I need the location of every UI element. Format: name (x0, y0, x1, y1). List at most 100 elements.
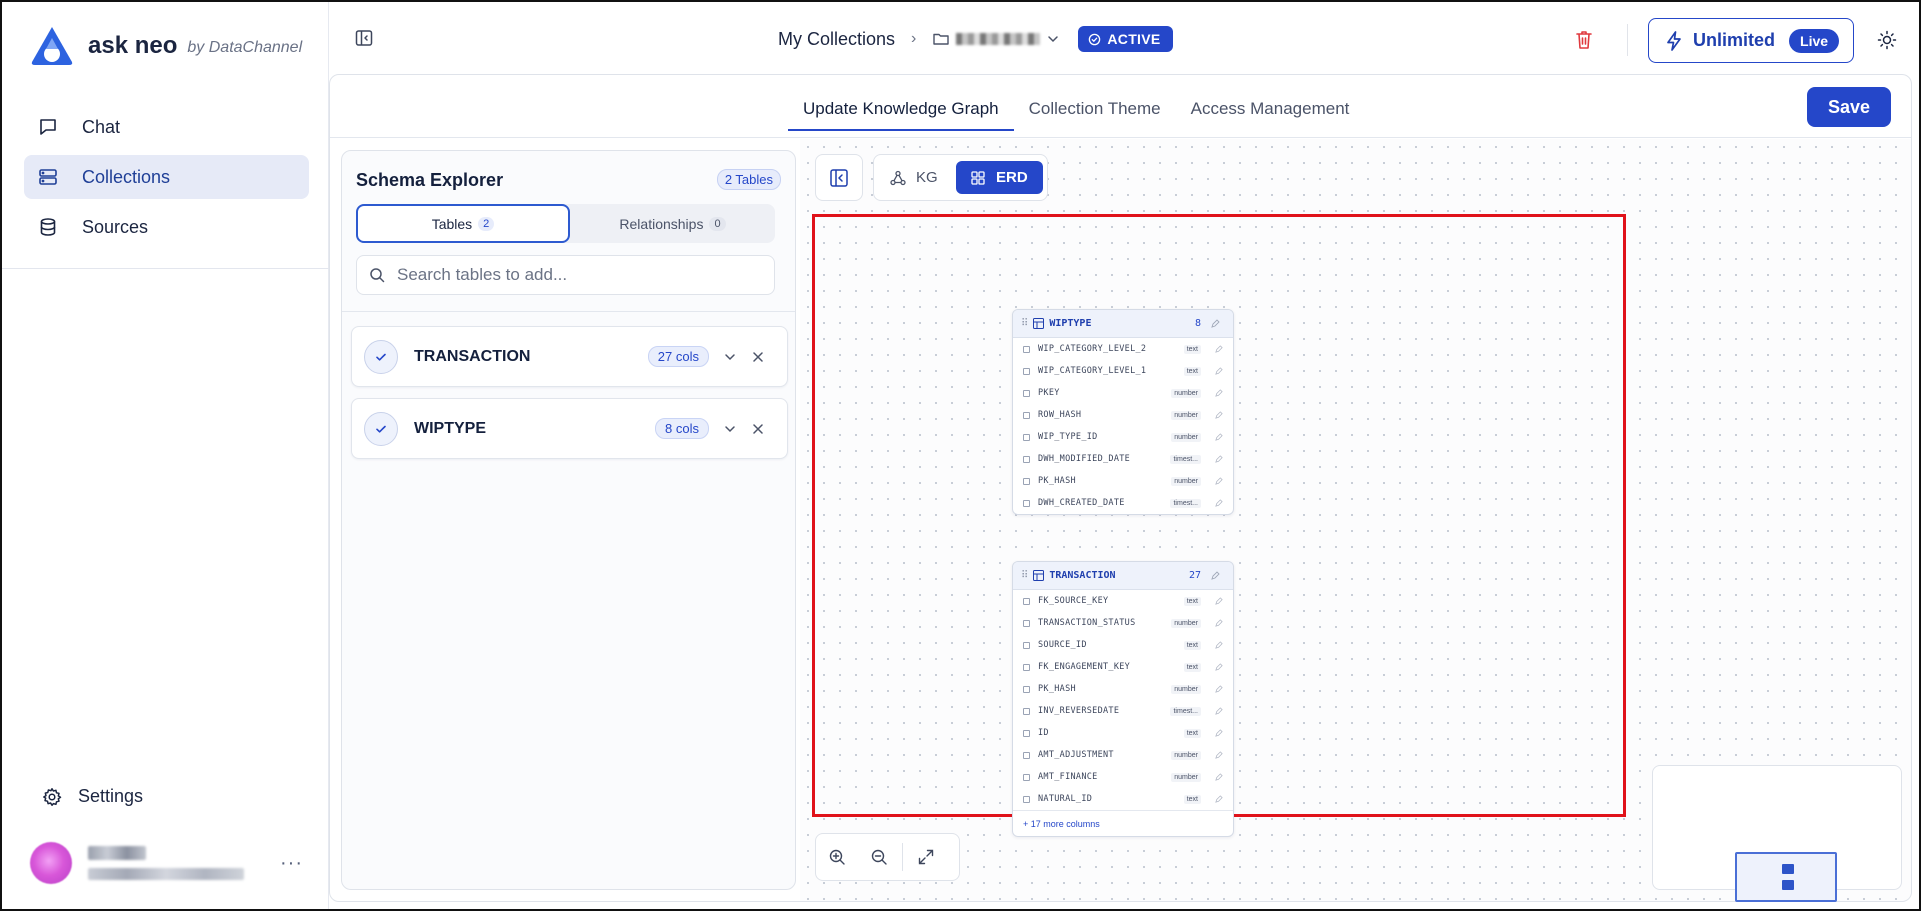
column-checkbox[interactable] (1023, 367, 1030, 375)
tab-access-management[interactable]: Access Management (1176, 95, 1365, 131)
edit-icon[interactable] (1215, 499, 1223, 507)
column-checkbox[interactable] (1023, 619, 1030, 627)
sidebar-item-settings[interactable]: Settings (42, 786, 143, 807)
minimap[interactable] (1652, 765, 1902, 902)
search-tables-input[interactable] (397, 265, 767, 285)
erd-column-row[interactable]: SOURCE_ID text (1013, 634, 1233, 656)
erd-column-row[interactable]: NATURAL_ID text (1013, 788, 1233, 810)
column-checkbox[interactable] (1023, 729, 1030, 737)
edit-icon[interactable] (1215, 411, 1223, 419)
more-options-icon[interactable]: ··· (280, 852, 303, 875)
erd-column-row[interactable]: WIP_TYPE_ID number (1013, 426, 1233, 448)
erd-column-row[interactable]: TRANSACTION_STATUS number (1013, 612, 1233, 634)
close-icon[interactable] (751, 350, 765, 364)
panel-toggle-button[interactable] (815, 154, 863, 201)
column-checkbox[interactable] (1023, 597, 1030, 605)
brand[interactable]: ask neo by DataChannel (28, 24, 302, 68)
edit-icon[interactable] (1215, 619, 1223, 627)
column-checkbox[interactable] (1023, 773, 1030, 781)
erd-column-row[interactable]: PKEY number (1013, 382, 1233, 404)
erd-canvas[interactable]: KG ERD ⠿ WIPTYPE 8 WIP_CATEGORY_LEVEL_2 t… (800, 139, 1911, 902)
column-checkbox[interactable] (1023, 389, 1030, 397)
sidebar-item-sources[interactable]: Sources (24, 205, 309, 249)
selected-table-card[interactable]: TRANSACTION 27 cols (351, 326, 788, 387)
erd-table-node[interactable]: ⠿ TRANSACTION 27 FK_SOURCE_KEY text TRANSA… (1012, 561, 1234, 837)
edit-icon[interactable] (1215, 455, 1223, 463)
fit-view-button[interactable] (905, 833, 947, 881)
erd-column-row[interactable]: DWH_CREATED_DATE timest... (1013, 492, 1233, 514)
erd-column-row[interactable]: ID text (1013, 722, 1233, 744)
erd-column-row[interactable]: DWH_MODIFIED_DATE timest... (1013, 448, 1233, 470)
edit-icon[interactable] (1215, 751, 1223, 759)
sidebar-item-collections[interactable]: Collections (24, 155, 309, 199)
edit-icon[interactable] (1215, 641, 1223, 649)
edit-icon[interactable] (1215, 477, 1223, 485)
drag-handle-icon[interactable]: ⠿ (1021, 570, 1028, 581)
user-profile[interactable]: ··· (30, 842, 305, 884)
edit-icon[interactable] (1215, 773, 1223, 781)
erd-column-row[interactable]: ROW_HASH number (1013, 404, 1233, 426)
zoom-out-button[interactable] (858, 833, 900, 881)
erd-column-row[interactable]: FK_ENGAGEMENT_KEY text (1013, 656, 1233, 678)
trash-icon[interactable] (1574, 29, 1594, 51)
segment-relationships[interactable]: Relationships 0 (570, 204, 775, 243)
column-checkbox[interactable] (1023, 433, 1030, 441)
theme-toggle-sun-icon[interactable] (1877, 30, 1897, 50)
tab-collection-theme[interactable]: Collection Theme (1014, 95, 1176, 131)
chevron-down-icon[interactable] (723, 350, 737, 364)
table-selected-check[interactable] (364, 411, 398, 446)
column-checkbox[interactable] (1023, 685, 1030, 693)
erd-column-row[interactable]: WIP_CATEGORY_LEVEL_1 text (1013, 360, 1233, 382)
sidebar-item-chat[interactable]: Chat (24, 105, 309, 149)
selected-table-card[interactable]: WIPTYPE 8 cols (351, 398, 788, 459)
erd-column-row[interactable]: PK_HASH number (1013, 470, 1233, 492)
edit-icon[interactable] (1215, 795, 1223, 803)
edit-icon[interactable] (1215, 597, 1223, 605)
zoom-in-button[interactable] (816, 833, 858, 881)
edit-icon[interactable] (1215, 729, 1223, 737)
column-checkbox[interactable] (1023, 499, 1030, 507)
sidebar-collapse-icon[interactable] (354, 28, 374, 48)
column-checkbox[interactable] (1023, 411, 1030, 419)
column-checkbox[interactable] (1023, 707, 1030, 715)
view-mode-kg[interactable]: KG (890, 161, 938, 194)
segment-tables[interactable]: Tables 2 (356, 204, 570, 243)
close-icon[interactable] (751, 422, 765, 436)
edit-icon[interactable] (1215, 707, 1223, 715)
column-checkbox[interactable] (1023, 641, 1030, 649)
drag-handle-icon[interactable]: ⠿ (1021, 318, 1028, 329)
edit-icon[interactable] (1211, 571, 1220, 580)
collection-name-redacted[interactable] (956, 33, 1041, 45)
breadcrumb-my-collections[interactable]: My Collections (778, 29, 895, 50)
column-checkbox[interactable] (1023, 795, 1030, 803)
erd-column-row[interactable]: WIP_CATEGORY_LEVEL_2 text (1013, 338, 1233, 360)
edit-icon[interactable] (1215, 685, 1223, 693)
view-mode-erd[interactable]: ERD (956, 161, 1043, 194)
tab-update-knowledge-graph[interactable]: Update Knowledge Graph (788, 95, 1014, 131)
column-checkbox[interactable] (1023, 455, 1030, 463)
erd-column-row[interactable]: AMT_ADJUSTMENT number (1013, 744, 1233, 766)
plan-button[interactable]: Unlimited Live (1648, 18, 1854, 63)
table-selected-check[interactable] (364, 339, 398, 374)
edit-icon[interactable] (1215, 389, 1223, 397)
minimap-viewport[interactable] (1735, 852, 1837, 902)
edit-icon[interactable] (1211, 319, 1220, 328)
erd-table-header[interactable]: ⠿ WIPTYPE 8 (1013, 310, 1233, 338)
edit-icon[interactable] (1215, 345, 1223, 353)
erd-table-node[interactable]: ⠿ WIPTYPE 8 WIP_CATEGORY_LEVEL_2 text WIP_… (1012, 309, 1234, 515)
edit-icon[interactable] (1215, 433, 1223, 441)
column-checkbox[interactable] (1023, 751, 1030, 759)
more-columns-link[interactable]: + 17 more columns (1013, 810, 1233, 836)
erd-table-header[interactable]: ⠿ TRANSACTION 27 (1013, 562, 1233, 590)
column-checkbox[interactable] (1023, 663, 1030, 671)
column-checkbox[interactable] (1023, 477, 1030, 485)
column-checkbox[interactable] (1023, 345, 1030, 353)
erd-column-row[interactable]: INV_REVERSEDATE timest... (1013, 700, 1233, 722)
edit-icon[interactable] (1215, 663, 1223, 671)
chevron-down-icon[interactable] (723, 422, 737, 436)
erd-column-row[interactable]: FK_SOURCE_KEY text (1013, 590, 1233, 612)
erd-column-row[interactable]: AMT_FINANCE number (1013, 766, 1233, 788)
chevron-down-icon[interactable] (1046, 32, 1060, 46)
save-button[interactable]: Save (1807, 87, 1891, 127)
edit-icon[interactable] (1215, 367, 1223, 375)
